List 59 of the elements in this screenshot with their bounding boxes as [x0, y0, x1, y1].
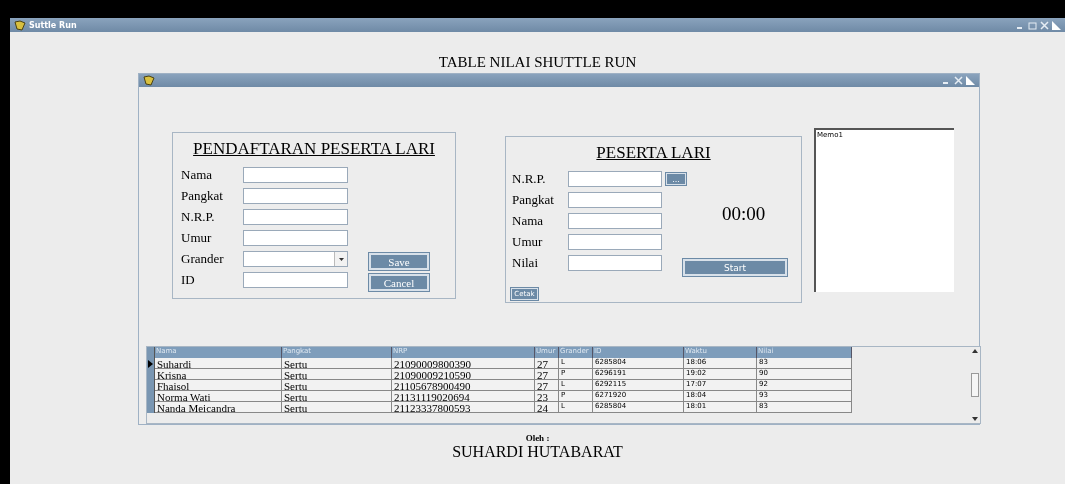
credit-caption: Oleh :	[525, 433, 550, 443]
app-icon	[14, 19, 26, 31]
dropdown-arrow-icon	[338, 257, 344, 261]
window-title: Suttle Run	[29, 20, 77, 30]
start-button[interactable]: Start	[683, 259, 787, 277]
scroll-thumb[interactable]	[971, 373, 979, 398]
vertical-scrollbar[interactable]	[970, 347, 980, 423]
scroll-up-icon[interactable]	[972, 349, 978, 354]
input-field[interactable]	[243, 167, 348, 184]
timer-display: 00:00	[722, 203, 766, 226]
input-field[interactable]	[568, 171, 662, 188]
field-label: Pangkat	[181, 188, 224, 205]
table-cell: Sertu	[282, 380, 392, 392]
table-cell: Sertu	[282, 391, 392, 403]
field-label: Pangkat	[512, 192, 555, 209]
input-field[interactable]	[243, 209, 348, 226]
panel-title: PENDAFTARAN PESERTA LARI	[192, 139, 436, 160]
maximize-icon[interactable]	[1028, 20, 1037, 30]
table-cell: Suhardi	[155, 358, 282, 370]
input-field[interactable]	[568, 192, 662, 209]
table-cell: 24	[535, 402, 559, 414]
close-icon[interactable]	[1040, 20, 1049, 30]
save-button[interactable]: Save	[369, 253, 429, 271]
table-cell: Fhaisol	[155, 380, 282, 392]
field-label: Umur	[512, 234, 544, 251]
grander-dropdown[interactable]	[243, 251, 348, 268]
field-label: Nama	[512, 213, 545, 230]
corner-icon	[1052, 20, 1061, 30]
field-label: ID	[181, 272, 196, 289]
input-field[interactable]	[568, 234, 662, 251]
table-cell: Sertu	[282, 369, 392, 381]
table-cell: 21123337800593	[392, 402, 535, 414]
input-field[interactable]	[243, 230, 348, 247]
current-row-icon	[147, 359, 153, 368]
author-name: SUHARDI HUTABARAT	[452, 443, 623, 461]
lookup-button[interactable]: ...	[666, 173, 686, 186]
input-field[interactable]	[243, 272, 348, 289]
app-icon	[143, 75, 155, 87]
table-cell: Sertu	[282, 402, 392, 414]
input-field[interactable]	[568, 213, 662, 230]
field-label: N.R.P.	[181, 209, 216, 226]
field-label: Nama	[181, 167, 214, 184]
field-label: Grander	[181, 251, 225, 268]
row-indicator[interactable]	[147, 402, 155, 414]
close-icon[interactable]	[954, 76, 963, 86]
cancel-button[interactable]: Cancel	[369, 274, 429, 292]
input-field[interactable]	[243, 188, 348, 205]
field-label: N.R.P.	[512, 171, 547, 188]
scroll-down-icon[interactable]	[972, 417, 978, 421]
page-heading: TABLE NILAI SHUTTLE RUN	[438, 54, 637, 71]
grid-corner	[147, 347, 155, 359]
field-label: Nilai	[512, 255, 539, 272]
input-field[interactable]	[568, 255, 662, 272]
corner-icon	[966, 76, 975, 86]
table-cell: Nanda Meicandra	[155, 402, 282, 414]
table-cell: Krisna	[155, 369, 282, 381]
panel-title: PESERTA LARI	[595, 143, 712, 164]
field-label: Umur	[181, 230, 213, 247]
table-cell: Sertu	[282, 358, 392, 370]
